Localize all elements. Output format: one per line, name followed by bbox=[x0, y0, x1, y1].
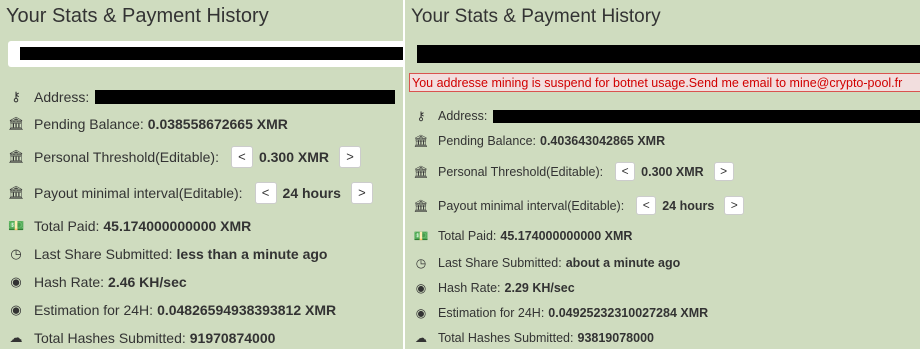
total-hashes-label: Total Hashes Submitted: bbox=[34, 330, 186, 346]
payout-interval-row: 🏛 Payout minimal interval(Editable): < 2… bbox=[0, 182, 373, 204]
threshold-increase-button[interactable]: > bbox=[713, 162, 734, 181]
total-paid-label: Total Paid: bbox=[438, 229, 497, 243]
hash-rate-value: 2.29 KH/sec bbox=[504, 281, 575, 295]
payout-interval-label: Payout minimal interval(Editable): bbox=[438, 198, 625, 213]
redacted-address bbox=[95, 90, 396, 104]
last-share-label: Last Share Submitted: bbox=[438, 256, 562, 270]
total-paid-row: 💵 Total Paid: 45.174000000000 XMR bbox=[405, 229, 633, 243]
dashboard-icon: ◉ bbox=[10, 302, 22, 317]
hash-rate-row: ◉ Hash Rate: 2.29 KH/sec bbox=[405, 281, 575, 295]
last-share-value: less than a minute ago bbox=[176, 246, 328, 262]
bank-icon: 🏛 bbox=[8, 116, 25, 131]
personal-threshold-row: 🏛 Personal Threshold(Editable): < 0.300 … bbox=[0, 146, 361, 168]
threshold-value: 0.300 XMR bbox=[258, 149, 329, 165]
estimation-row: ◉ Estimation for 24H: 0.0492523231002728… bbox=[405, 306, 708, 320]
dashboard-icon: ◉ bbox=[415, 306, 427, 320]
personal-threshold-label: Personal Threshold(Editable): bbox=[438, 164, 604, 179]
payout-interval-label: Payout minimal interval(Editable): bbox=[34, 185, 243, 201]
clock-icon: ◷ bbox=[10, 246, 22, 261]
redacted-address bbox=[493, 109, 920, 123]
interval-decrease-button[interactable]: < bbox=[636, 196, 657, 215]
hash-rate-value: 2.46 KH/sec bbox=[108, 274, 187, 290]
pending-balance-value: 0.403643042865 XMR bbox=[540, 134, 666, 148]
interval-value: 24 hours bbox=[282, 185, 341, 201]
total-paid-label: Total Paid: bbox=[34, 218, 100, 234]
payout-interval-row: 🏛 Payout minimal interval(Editable): < 2… bbox=[405, 196, 745, 215]
page-title: Your Stats & Payment History bbox=[411, 6, 661, 27]
bank-icon: 🏛 bbox=[413, 134, 429, 148]
total-hashes-value: 91970874000 bbox=[189, 330, 276, 346]
personal-threshold-label: Personal Threshold(Editable): bbox=[34, 149, 219, 165]
address-row: ⚷ Address: bbox=[0, 89, 396, 105]
redacted-address-input[interactable] bbox=[417, 45, 920, 63]
page-title: Your Stats & Payment History bbox=[6, 5, 269, 27]
personal-threshold-row: 🏛 Personal Threshold(Editable): < 0.300 … bbox=[405, 162, 734, 181]
estimation-label: Estimation for 24H: bbox=[438, 306, 545, 320]
stats-panel-before: Your Stats & Payment History ⚷ Address: … bbox=[0, 0, 403, 349]
interval-increase-button[interactable]: > bbox=[350, 182, 373, 204]
total-hashes-row: ☁ Total Hashes Submitted: 91970874000 bbox=[0, 330, 276, 346]
threshold-value: 0.300 XMR bbox=[641, 164, 704, 179]
bank-icon: 🏛 bbox=[413, 164, 429, 179]
hash-rate-label: Hash Rate: bbox=[438, 281, 501, 295]
last-share-value: about a minute ago bbox=[565, 256, 681, 270]
total-hashes-row: ☁ Total Hashes Submitted: 93819078000 bbox=[405, 331, 654, 345]
estimation-label: Estimation for 24H: bbox=[34, 302, 154, 318]
pending-balance-value: 0.038558672665 XMR bbox=[147, 116, 288, 132]
estimation-row: ◉ Estimation for 24H: 0.0482659493839381… bbox=[0, 302, 336, 318]
pending-balance-row: 🏛 Pending Balance: 0.403643042865 XMR bbox=[405, 134, 665, 148]
cloud-upload-icon: ☁ bbox=[9, 330, 23, 345]
hash-rate-label: Hash Rate: bbox=[34, 274, 105, 290]
money-icon: 💵 bbox=[413, 229, 429, 243]
estimation-value: 0.04925232310027284 XMR bbox=[548, 306, 709, 320]
bank-icon: 🏛 bbox=[8, 185, 25, 200]
key-icon: ⚷ bbox=[416, 109, 426, 123]
pending-balance-label: Pending Balance: bbox=[438, 134, 536, 148]
estimation-value: 0.04826594938393812 XMR bbox=[157, 302, 337, 318]
address-label: Address: bbox=[438, 109, 488, 123]
pending-balance-row: 🏛 Pending Balance: 0.038558672665 XMR bbox=[0, 116, 288, 132]
interval-decrease-button[interactable]: < bbox=[254, 182, 277, 204]
total-paid-row: 💵 Total Paid: 45.174000000000 XMR bbox=[0, 218, 251, 234]
dashboard-icon: ◉ bbox=[415, 281, 427, 295]
total-hashes-value: 93819078000 bbox=[577, 331, 654, 345]
redaction-bar bbox=[20, 47, 403, 60]
last-share-label: Last Share Submitted: bbox=[34, 246, 173, 262]
hash-rate-row: ◉ Hash Rate: 2.46 KH/sec bbox=[0, 274, 187, 290]
bank-icon: 🏛 bbox=[8, 149, 25, 164]
address-row: ⚷ Address: bbox=[405, 109, 920, 123]
redacted-address-input[interactable] bbox=[8, 41, 403, 67]
last-share-row: ◷ Last Share Submitted: about a minute a… bbox=[405, 256, 681, 270]
suspension-notice: You addresse mining is suspend for botne… bbox=[409, 73, 920, 92]
address-label: Address: bbox=[34, 89, 90, 105]
last-share-row: ◷ Last Share Submitted: less than a minu… bbox=[0, 246, 327, 262]
interval-increase-button[interactable]: > bbox=[724, 196, 745, 215]
total-hashes-label: Total Hashes Submitted: bbox=[438, 331, 574, 345]
threshold-increase-button[interactable]: > bbox=[339, 146, 361, 168]
threshold-decrease-button[interactable]: < bbox=[230, 146, 253, 168]
bank-icon: 🏛 bbox=[413, 198, 429, 213]
total-paid-value: 45.174000000000 XMR bbox=[500, 229, 633, 243]
total-paid-value: 45.174000000000 XMR bbox=[103, 218, 252, 234]
money-icon: 💵 bbox=[8, 218, 25, 233]
dashboard-icon: ◉ bbox=[10, 274, 22, 289]
cloud-upload-icon: ☁ bbox=[415, 331, 427, 345]
pending-balance-label: Pending Balance: bbox=[34, 116, 144, 132]
stats-panel-after: Your Stats & Payment History You address… bbox=[405, 0, 920, 349]
interval-value: 24 hours bbox=[662, 198, 715, 213]
threshold-decrease-button[interactable]: < bbox=[615, 162, 636, 181]
clock-icon: ◷ bbox=[415, 256, 427, 270]
key-icon: ⚷ bbox=[11, 89, 21, 104]
